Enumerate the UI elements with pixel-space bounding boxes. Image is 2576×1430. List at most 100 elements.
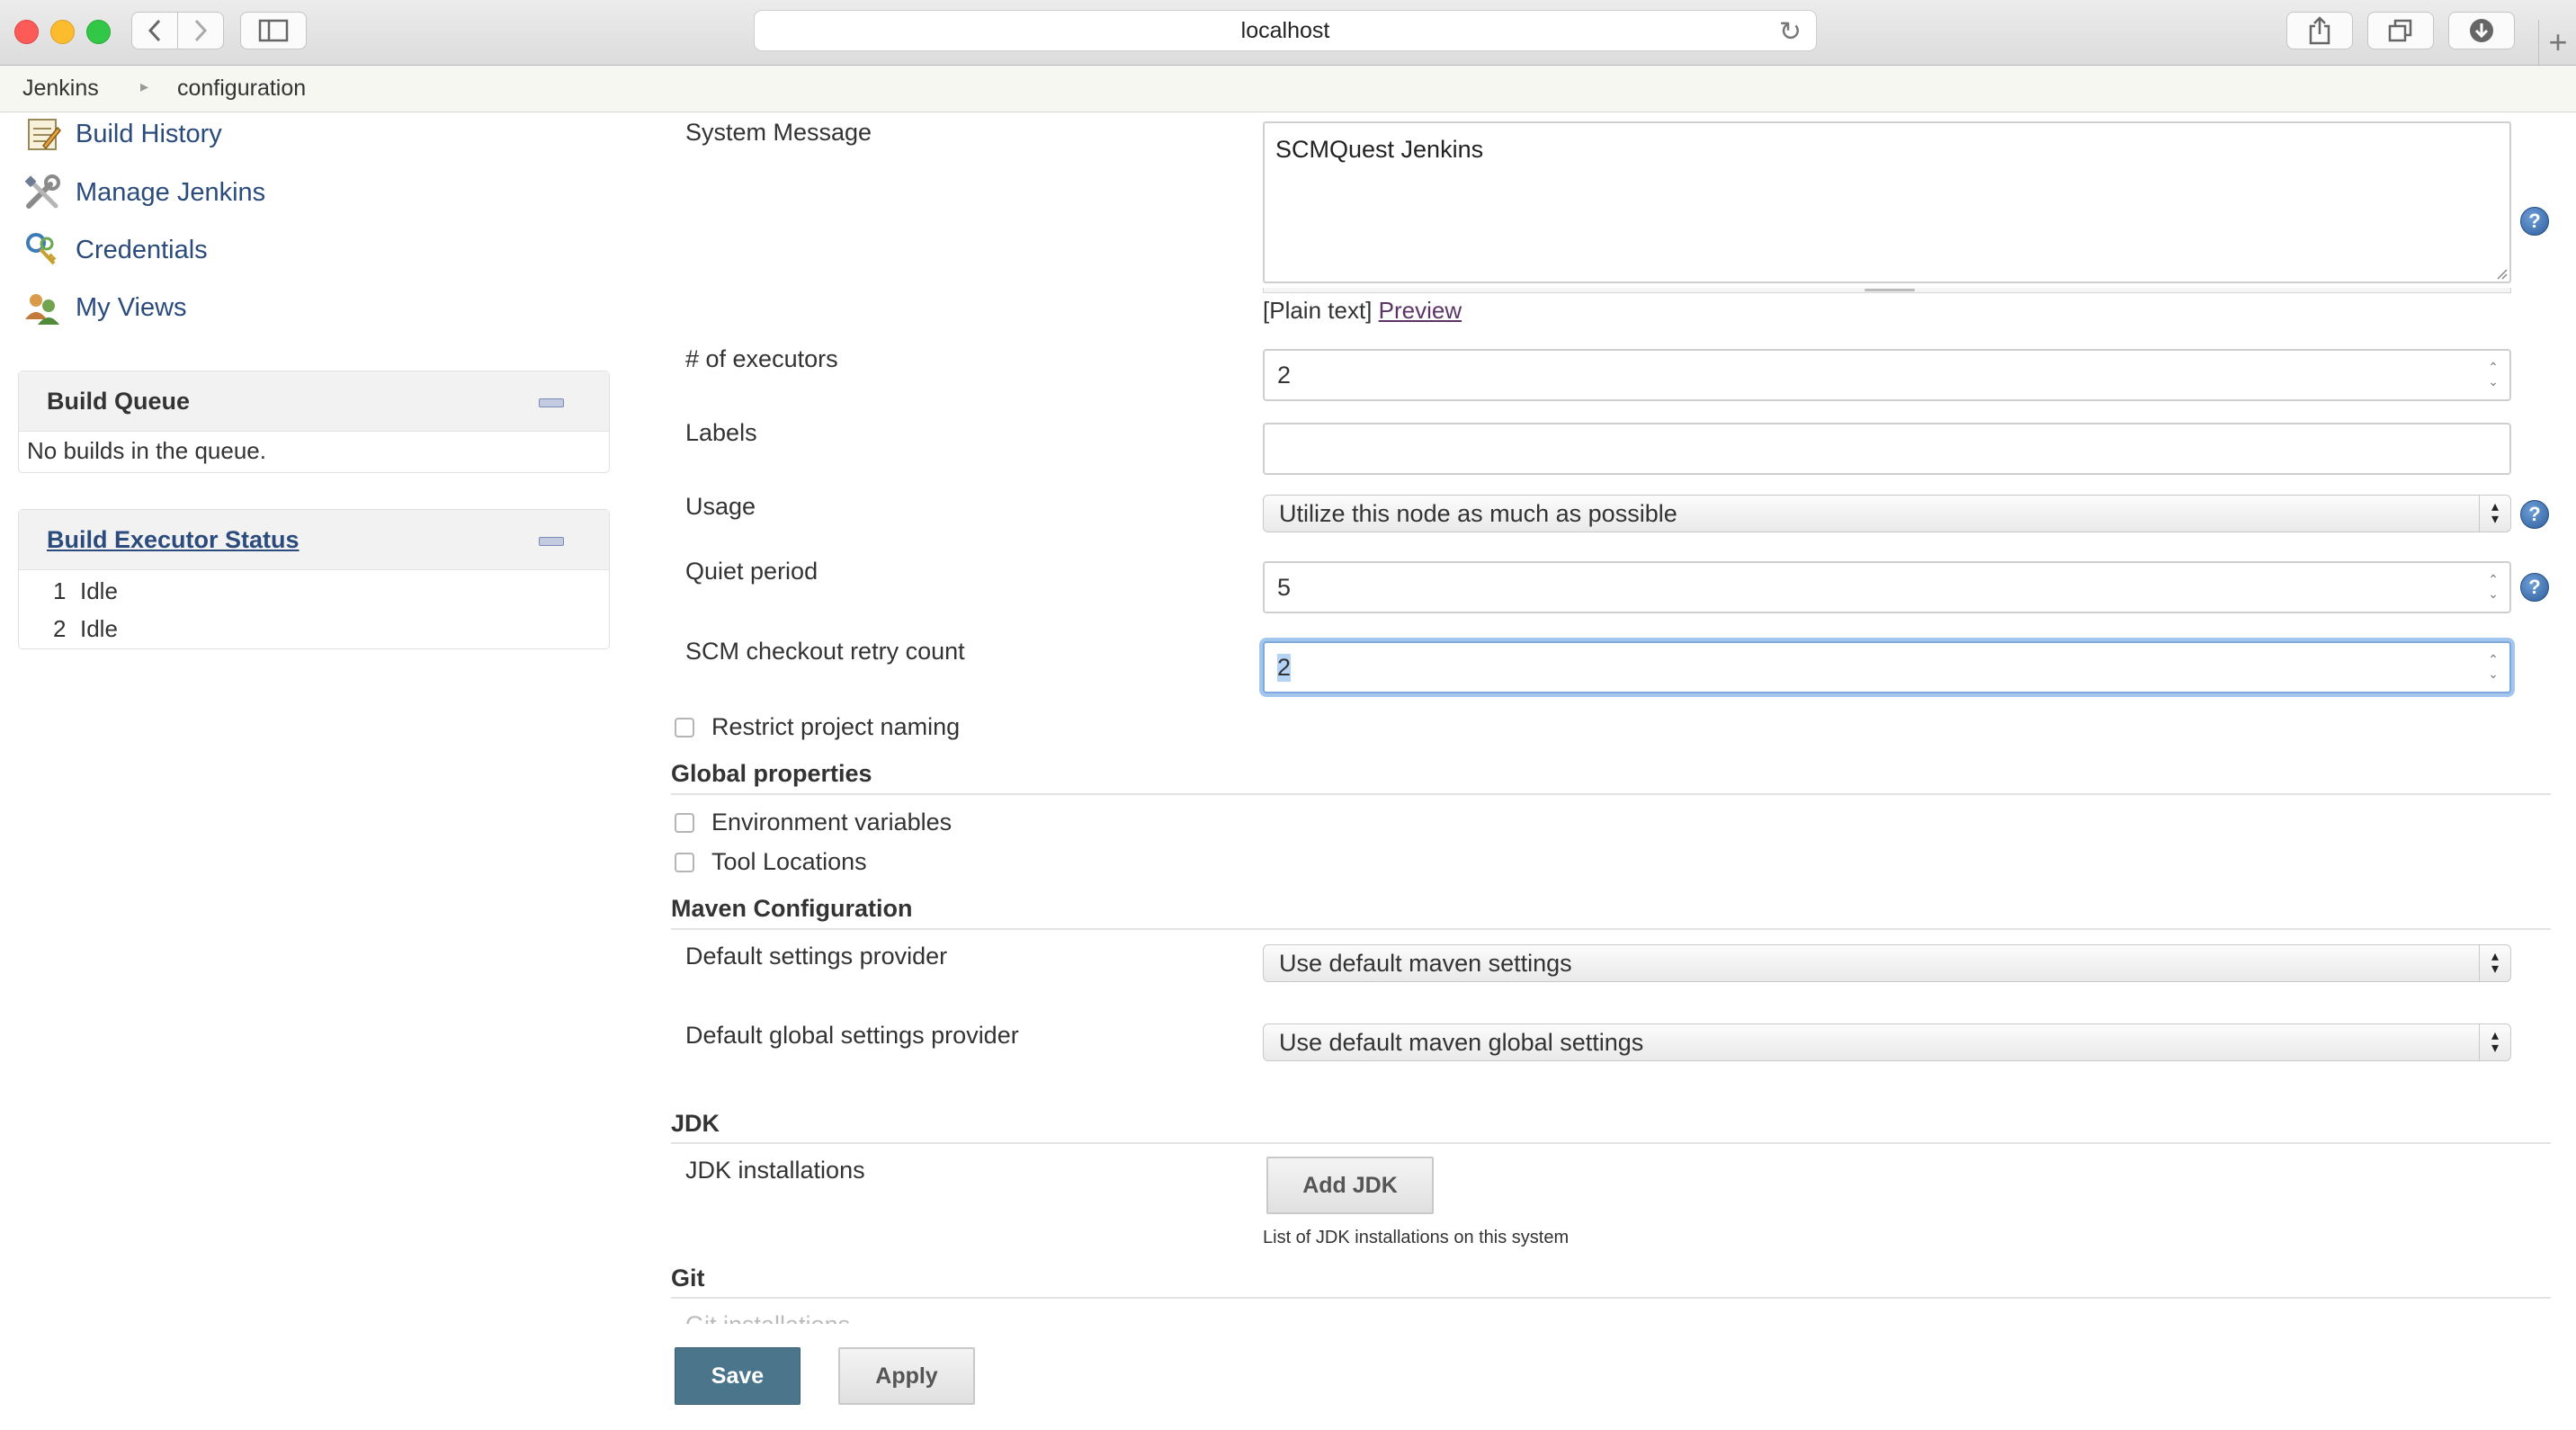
select-arrows-icon: ▴ ▾ <box>2479 496 2510 532</box>
sidebar-item-credentials[interactable]: Credentials <box>22 228 208 273</box>
settings-provider-label: Default settings provider <box>685 943 948 970</box>
sidebar-item-manage-jenkins[interactable]: Manage Jenkins <box>22 170 265 215</box>
executor-status-pane: Build Executor Status 1 Idle 2 Idle <box>18 509 610 649</box>
executor-status-link[interactable]: Build Executor Status <box>47 526 300 554</box>
build-queue-title: Build Queue <box>47 387 191 415</box>
preview-link[interactable]: Preview <box>1379 297 1462 324</box>
section-divider <box>671 1297 2551 1299</box>
git-installations-clip: Git installations <box>685 1304 955 1324</box>
tabs-overview-button[interactable] <box>2367 12 2434 49</box>
quiet-period-label: Quiet period <box>685 558 818 585</box>
maven-configuration-heading: Maven Configuration <box>671 895 913 922</box>
tabs-icon <box>2388 19 2412 42</box>
bottom-action-bar: Save Apply <box>671 1324 2551 1430</box>
notepad-icon <box>22 113 63 155</box>
save-button[interactable]: Save <box>675 1347 801 1405</box>
select-arrows-icon: ▴ ▾ <box>2479 945 2510 981</box>
select-arrows-icon: ▴ ▾ <box>2479 1024 2510 1060</box>
global-settings-provider-select[interactable]: Use default maven global settings ▴ ▾ <box>1263 1023 2511 1061</box>
browser-toolbar: localhost ↻ + <box>0 0 2576 66</box>
help-icon[interactable]: ? <box>2520 573 2549 602</box>
restrict-naming-label: Restrict project naming <box>711 713 961 740</box>
git-heading: Git <box>671 1265 705 1291</box>
executor-state: Idle <box>80 577 118 604</box>
build-queue-header: Build Queue <box>19 371 609 432</box>
usage-select[interactable]: Utilize this node as much as possible ▴ ▾ <box>1263 495 2511 532</box>
resize-grip-icon[interactable] <box>2493 265 2508 280</box>
collapse-icon[interactable] <box>539 398 564 407</box>
settings-provider-select[interactable]: Use default maven settings ▴ ▾ <box>1263 944 2511 982</box>
chevron-right-icon <box>194 19 208 42</box>
section-divider <box>671 928 2551 930</box>
sidebar-item-build-history[interactable]: Build History <box>22 112 222 156</box>
share-icon <box>2309 16 2330 45</box>
help-icon[interactable]: ? <box>2520 207 2549 236</box>
section-divider <box>671 793 2551 795</box>
stepper-icon[interactable]: ⌃ ⌄ <box>2486 360 2500 390</box>
help-icon[interactable]: ? <box>2520 500 2549 529</box>
add-jdk-button[interactable]: Add JDK <box>1266 1157 1434 1214</box>
labels-label: Labels <box>685 419 757 446</box>
git-installations-label: Git installations <box>685 1311 850 1324</box>
collapse-icon[interactable] <box>539 537 564 546</box>
close-window-icon[interactable] <box>14 20 39 44</box>
executor-status-header: Build Executor Status <box>19 510 609 570</box>
quiet-period-value: 5 <box>1277 573 1292 601</box>
forward-button[interactable] <box>177 12 224 49</box>
jdk-installations-label: JDK installations <box>685 1157 865 1184</box>
usage-label: Usage <box>685 493 756 520</box>
scm-retry-value: 2 <box>1277 653 1292 682</box>
apply-button[interactable]: Apply <box>838 1347 975 1405</box>
global-settings-provider-label: Default global settings provider <box>685 1022 1019 1049</box>
stepper-icon[interactable]: ⌃ ⌄ <box>2486 572 2500 603</box>
breadcrumb: Jenkins ▸ configuration <box>0 66 2576 112</box>
back-button[interactable] <box>131 12 178 49</box>
global-properties-heading: Global properties <box>671 760 872 787</box>
markup-format-info: [Plain text] Preview <box>1263 297 1462 325</box>
breadcrumb-jenkins-link[interactable]: Jenkins <box>22 76 99 102</box>
breadcrumb-separator-icon: ▸ <box>140 77 149 95</box>
downloads-button[interactable] <box>2448 12 2515 49</box>
stepper-icon[interactable]: ⌃ ⌄ <box>2486 652 2500 683</box>
jdk-heading: JDK <box>671 1110 720 1137</box>
executors-value: 2 <box>1277 361 1292 389</box>
minimize-window-icon[interactable] <box>50 20 75 44</box>
keys-icon <box>22 229 63 271</box>
executor-state: Idle <box>80 615 118 642</box>
system-message-textarea[interactable]: SCMQuest Jenkins <box>1263 121 2511 283</box>
executor-number: 2 <box>53 615 67 642</box>
restrict-naming-checkbox[interactable] <box>675 718 694 737</box>
usage-selected-value: Utilize this node as much as possible <box>1279 499 1677 527</box>
settings-provider-value: Use default maven settings <box>1279 949 1572 977</box>
sidebar-item-my-views[interactable]: My Views <box>22 285 187 330</box>
sidebar-icon <box>258 19 289 42</box>
breadcrumb-configuration-link[interactable]: configuration <box>177 76 306 102</box>
sidebar-toggle-button[interactable] <box>240 12 307 49</box>
tool-locations-checkbox[interactable] <box>675 853 694 872</box>
build-queue-empty-text: No builds in the queue. <box>27 437 266 464</box>
labels-input[interactable] <box>1263 423 2511 475</box>
share-button[interactable] <box>2286 12 2353 49</box>
quiet-period-input[interactable]: 5 ⌃ ⌄ <box>1263 561 2511 613</box>
executors-label: # of executors <box>685 345 838 372</box>
sidebar-item-label: Manage Jenkins <box>76 177 266 207</box>
plain-text-label: [Plain text] <box>1263 297 1373 324</box>
maximize-window-icon[interactable] <box>86 20 111 44</box>
section-divider <box>671 1142 2551 1144</box>
new-tab-icon[interactable]: + <box>2538 20 2576 65</box>
system-message-label: System Message <box>685 119 872 146</box>
chevron-left-icon <box>148 19 161 42</box>
global-settings-provider-value: Use default maven global settings <box>1279 1028 1644 1056</box>
address-bar[interactable]: localhost ↻ <box>754 10 1817 51</box>
system-message-value: SCMQuest Jenkins <box>1275 136 1484 163</box>
textarea-expand-handle[interactable] <box>1263 288 2511 293</box>
sidebar-item-label: Build History <box>76 119 222 148</box>
scm-retry-input[interactable]: 2 ⌃ ⌄ <box>1263 641 2511 693</box>
executor-number: 1 <box>53 577 67 604</box>
env-vars-label: Environment variables <box>711 809 953 836</box>
tools-icon <box>22 172 63 213</box>
reload-icon[interactable]: ↻ <box>1779 16 1802 48</box>
env-vars-checkbox[interactable] <box>675 813 694 833</box>
sidebar-item-label: My Views <box>76 292 187 322</box>
executors-input[interactable]: 2 ⌃ ⌄ <box>1263 349 2511 401</box>
